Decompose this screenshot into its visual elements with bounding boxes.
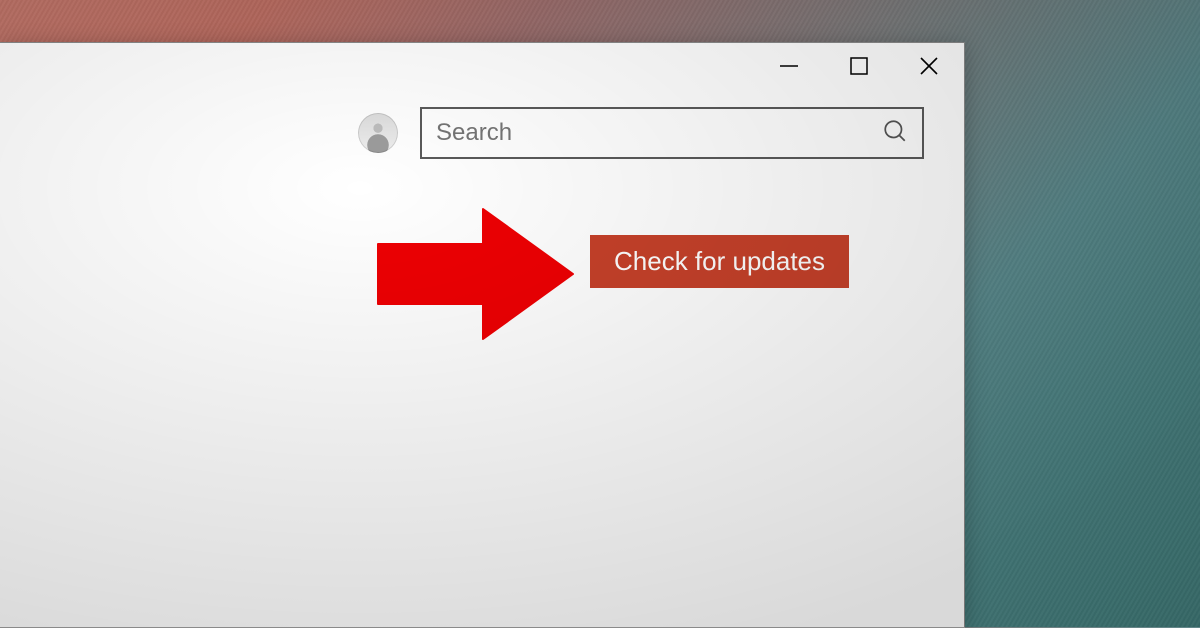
minimize-button[interactable] bbox=[754, 43, 824, 89]
close-button[interactable] bbox=[894, 43, 964, 89]
arrow-right-icon bbox=[368, 199, 578, 349]
maximize-button[interactable] bbox=[824, 43, 894, 89]
content-area: Check for updates bbox=[0, 199, 964, 379]
search-icon[interactable] bbox=[882, 118, 908, 149]
app-window: Check for updates bbox=[0, 42, 965, 628]
annotation-arrow bbox=[368, 199, 578, 354]
search-input[interactable] bbox=[436, 119, 882, 147]
maximize-icon bbox=[847, 54, 871, 78]
close-icon bbox=[917, 54, 941, 78]
header-row bbox=[0, 107, 964, 159]
check-for-updates-button[interactable]: Check for updates bbox=[590, 235, 849, 288]
minimize-icon bbox=[777, 54, 801, 78]
search-box[interactable] bbox=[420, 107, 924, 159]
user-avatar[interactable] bbox=[358, 113, 398, 153]
titlebar bbox=[0, 43, 964, 89]
